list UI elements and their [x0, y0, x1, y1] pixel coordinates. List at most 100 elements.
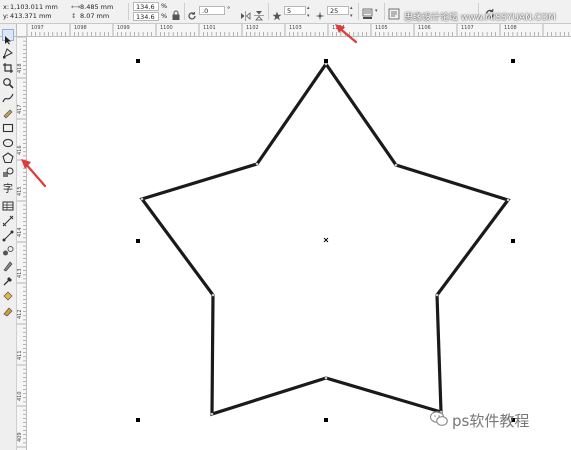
- watermark-top: 思缘设计论坛 www.MISSYUAN.COM: [404, 13, 556, 23]
- hruler-label: 1105: [375, 25, 388, 31]
- selection-handle[interactable]: [511, 239, 515, 243]
- sharpness-spinner-icon[interactable]: ▴ ▾: [350, 4, 353, 20]
- star-node[interactable]: [211, 293, 215, 297]
- star-sharpness-field[interactable]: 25: [327, 6, 349, 15]
- width-icon: ⟷: [71, 3, 81, 11]
- separator: [384, 3, 385, 20]
- vruler-label: 412: [17, 309, 23, 319]
- canvas-drawing: [136, 59, 515, 422]
- red-arrow-annotation-icon: [21, 159, 47, 188]
- transparency-tool-icon[interactable]: [2, 257, 14, 272]
- width-field[interactable]: 8.485 mm: [80, 3, 113, 11]
- center-marker-icon: [323, 237, 329, 243]
- hruler-label: 1098: [74, 25, 87, 31]
- selection-handle[interactable]: [136, 418, 140, 422]
- star-node[interactable]: [394, 163, 398, 167]
- star-node[interactable]: [435, 293, 439, 297]
- star-node[interactable]: [210, 412, 214, 416]
- hruler-label: 1103: [289, 25, 302, 31]
- mirror-vertical-icon[interactable]: [254, 6, 266, 21]
- star-sharpness-icon: [315, 6, 327, 21]
- vruler-label: 414: [17, 227, 23, 237]
- outline-width-icon[interactable]: [362, 5, 374, 19]
- separator: [128, 3, 129, 20]
- star-node[interactable]: [140, 197, 144, 201]
- toolbox: 字: [0, 29, 17, 450]
- selection-handle[interactable]: [136, 59, 140, 63]
- rotation-field[interactable]: .0: [199, 6, 225, 15]
- star-node[interactable]: [506, 198, 510, 202]
- basic-shapes-tool-icon[interactable]: [2, 164, 14, 177]
- hruler-label: 1107: [461, 25, 474, 31]
- blend-tool-icon[interactable]: [2, 242, 14, 256]
- drawing-canvas[interactable]: [27, 37, 571, 450]
- vertical-ruler[interactable]: 418 417 416 415 414 413 412 411 410 409: [16, 37, 27, 450]
- scale-x-unit: %: [161, 2, 168, 10]
- vruler-label: 413: [17, 268, 23, 278]
- mirror-horizontal-icon[interactable]: [240, 6, 252, 21]
- selection-handle[interactable]: [511, 59, 515, 63]
- height-icon: ↕: [71, 12, 77, 20]
- crop-tool-icon[interactable]: [2, 59, 14, 73]
- star-points-field[interactable]: 5: [284, 6, 306, 15]
- lock-ratio-icon[interactable]: [171, 6, 183, 20]
- red-arrow-annotation-icon: [335, 24, 358, 44]
- ellipse-tool-icon[interactable]: [2, 134, 14, 148]
- points-spinner-icon[interactable]: ▴ ▾: [307, 4, 310, 20]
- wrap-text-icon[interactable]: [388, 5, 400, 20]
- hruler-label: 1099: [117, 25, 130, 31]
- vruler-label: 410: [17, 391, 23, 401]
- star-node[interactable]: [255, 162, 259, 166]
- connector-tool-icon[interactable]: [2, 227, 14, 242]
- star-node[interactable]: [324, 376, 328, 380]
- vruler-label: 411: [17, 350, 23, 360]
- scale-y-unit: %: [161, 12, 168, 20]
- fill-tool-icon[interactable]: [2, 302, 14, 317]
- freehand-tool-icon[interactable]: [2, 89, 14, 103]
- x-position-field[interactable]: 1,103.011 mm: [10, 3, 58, 11]
- selection-handle[interactable]: [136, 239, 140, 243]
- scale-x-field[interactable]: 134.6: [133, 2, 159, 11]
- vruler-label: 418: [17, 63, 23, 73]
- eyedropper-tool-icon[interactable]: [2, 272, 14, 286]
- vruler-label: 409: [17, 432, 23, 442]
- selection-handle[interactable]: [324, 59, 328, 63]
- height-field[interactable]: 8.07 mm: [80, 12, 109, 20]
- selection-handle[interactable]: [324, 418, 328, 422]
- hruler-label: 1102: [246, 25, 259, 31]
- rotation-unit: °: [227, 5, 231, 13]
- star-node[interactable]: [324, 62, 328, 66]
- hruler-label: 1101: [203, 25, 216, 31]
- separator: [268, 3, 269, 20]
- hruler-label: 1097: [31, 25, 44, 31]
- outline-dropdown-icon[interactable]: ▾: [375, 7, 378, 15]
- vertical-ruler-ticks: [16, 37, 26, 448]
- vruler-label: 417: [17, 104, 23, 114]
- scale-y-field[interactable]: 134.6: [133, 12, 159, 21]
- table-tool-icon[interactable]: [2, 197, 14, 211]
- pick-tool-icon[interactable]: [2, 29, 14, 45]
- text-tool-icon[interactable]: 字: [2, 179, 14, 195]
- smart-fill-tool-icon[interactable]: [2, 104, 14, 119]
- star-points-icon: [272, 6, 284, 21]
- hruler-label: 1106: [418, 25, 431, 31]
- shape-tool-icon[interactable]: [2, 44, 14, 59]
- separator: [358, 3, 359, 20]
- y-position-label: y:: [3, 12, 9, 20]
- svg-text:字: 字: [3, 182, 13, 194]
- x-position-label: x:: [3, 3, 10, 11]
- rectangle-tool-icon[interactable]: [2, 119, 14, 133]
- hruler-label: 1108: [504, 25, 517, 31]
- watermark-bottom: ps软件教程: [452, 412, 530, 430]
- y-position-field[interactable]: 413.371 mm: [10, 12, 52, 20]
- horizontal-ruler[interactable]: 1097 1098 1099 1100 1101 1102 1103 1104 …: [17, 24, 571, 37]
- hruler-label: 1100: [160, 25, 173, 31]
- polygon-tool-icon[interactable]: [2, 149, 14, 164]
- wechat-icon: [430, 411, 448, 426]
- dimension-tool-icon[interactable]: [2, 212, 14, 227]
- interactive-fill-tool-icon[interactable]: [2, 287, 14, 301]
- zoom-tool-icon[interactable]: [2, 74, 14, 89]
- vruler-label: 416: [17, 145, 23, 155]
- separator: [184, 3, 185, 20]
- rotate-icon: [187, 6, 199, 20]
